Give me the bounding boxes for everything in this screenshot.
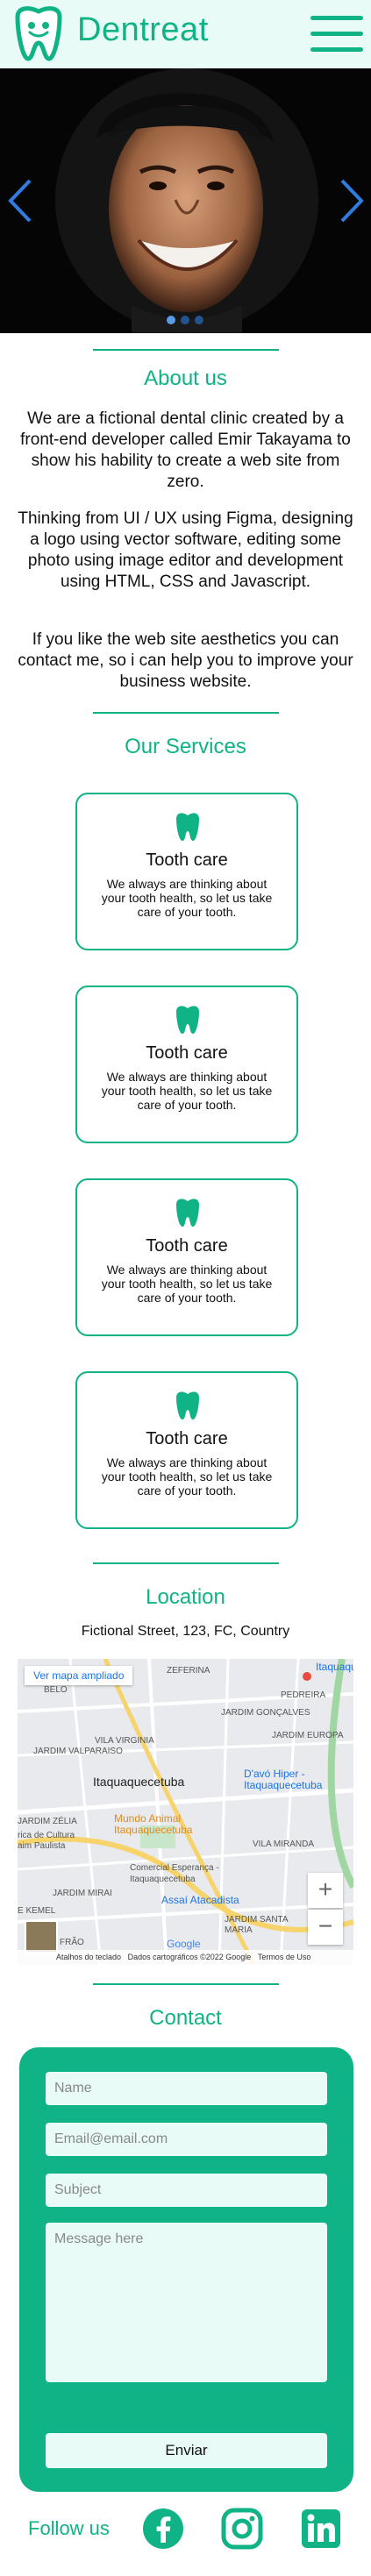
map-place[interactable]: Mundo Animal Itaquaquecetuba <box>114 1813 210 1836</box>
section-divider <box>93 1562 279 1564</box>
tooth-icon <box>176 813 199 841</box>
map-label: rica de Cultura aim Paulista <box>18 1831 75 1851</box>
smiling-man-photo <box>0 68 371 333</box>
tooth-icon <box>176 1199 199 1227</box>
instagram-icon[interactable] <box>221 2508 263 2550</box>
service-text: We always are thinking about your tooth … <box>101 1263 273 1305</box>
service-title: Tooth care <box>146 850 228 870</box>
service-card[interactable]: Tooth care We always are thinking about … <box>75 1178 298 1336</box>
map-zoom-out-button[interactable]: − <box>308 1910 343 1945</box>
location-title: Location <box>146 1585 225 1609</box>
terms-link[interactable]: Termos de Uso <box>258 1953 311 1961</box>
service-card[interactable]: Tooth care We always are thinking about … <box>75 986 298 1143</box>
email-field[interactable] <box>46 2123 327 2156</box>
section-divider <box>93 712 279 714</box>
map-label: PEDREIRA <box>281 1690 326 1700</box>
map-label: VILA MIRANDA <box>253 1839 315 1849</box>
keyboard-shortcuts-link[interactable]: Atalhos do teclado <box>56 1953 121 1961</box>
carousel-dot[interactable] <box>167 316 175 324</box>
map-footer: Atalhos do teclado Dados cartográficos ©… <box>18 1950 353 1965</box>
satellite-toggle-thumbnail[interactable] <box>25 1920 58 1953</box>
map-label: JARDIM GONÇALVES <box>221 1708 310 1718</box>
service-title: Tooth care <box>146 1236 228 1256</box>
carousel-indicators <box>167 316 203 324</box>
view-larger-map-link[interactable]: Ver mapa ampliado <box>25 1666 133 1685</box>
map-label: JARDIM SANTA MARIA <box>225 1915 289 1935</box>
map-label: Itaquaquecetuba <box>93 1775 185 1789</box>
brand-name[interactable]: Dentreat <box>77 11 209 49</box>
follow-us-label: Follow us <box>28 2517 110 2539</box>
map-place[interactable]: Comercial Esperança - Itaquaquecetuba <box>130 1862 244 1885</box>
tooth-icon <box>176 1391 199 1420</box>
chevron-right-icon[interactable] <box>337 177 367 224</box>
services-title: Our Services <box>125 735 246 758</box>
service-text: We always are thinking about your tooth … <box>101 1455 273 1498</box>
send-button[interactable]: Enviar <box>46 2433 327 2468</box>
map-label: VILA VIRGINIA <box>95 1736 154 1746</box>
address-text: Fictional Street, 123, FC, Country <box>81 1624 290 1639</box>
carousel-dot[interactable] <box>181 316 189 324</box>
contact-title: Contact <box>149 2006 222 2030</box>
about-paragraph: Thinking from UI / UX using Figma, desig… <box>18 509 353 591</box>
about-paragraph: If you like the web site aesthetics you … <box>18 630 353 691</box>
contact-form: Enviar <box>19 2047 353 2492</box>
chevron-left-icon[interactable] <box>5 177 35 224</box>
map-label: BELO <box>44 1685 68 1695</box>
embedded-map[interactable]: Ver mapa ampliado Itaquaquec ZEFERINA BE… <box>18 1659 353 1965</box>
service-card[interactable]: Tooth care We always are thinking about … <box>75 1371 298 1529</box>
name-field[interactable] <box>46 2072 327 2105</box>
message-field[interactable] <box>46 2223 327 2382</box>
map-place[interactable]: D'avó Hiper - Itaquaquecetuba <box>244 1768 340 1791</box>
section-divider <box>93 1983 279 1985</box>
about-paragraph: We are a fictional dental clinic created… <box>20 409 351 491</box>
service-text: We always are thinking about your tooth … <box>101 1070 273 1112</box>
hamburger-menu-icon[interactable] <box>310 14 363 54</box>
facebook-icon[interactable] <box>142 2508 184 2550</box>
map-label: JARDIM VALPARAISO <box>33 1747 123 1756</box>
smiling-tooth-logo-icon[interactable] <box>9 4 68 64</box>
map-label: JARDIM MIRAI <box>53 1889 112 1898</box>
carousel-dot[interactable] <box>195 316 203 324</box>
google-logo: Google <box>167 1938 201 1950</box>
service-title: Tooth care <box>146 1043 228 1063</box>
tooth-icon <box>176 1006 199 1034</box>
service-title: Tooth care <box>146 1429 228 1448</box>
map-label: JARDIM ZÉLIA <box>18 1817 77 1826</box>
service-card[interactable]: Tooth care We always are thinking about … <box>75 793 298 950</box>
site-header: Dentreat <box>0 0 371 68</box>
map-label: Itaquaquec <box>316 1661 353 1673</box>
subject-field[interactable] <box>46 2174 327 2207</box>
map-place[interactable]: Assaí Atacadista <box>161 1894 239 1906</box>
map-label: ZEFERINA <box>167 1666 210 1676</box>
map-label: FRÃO <box>60 1938 84 1947</box>
map-label: JARDIM EUROPA <box>272 1731 344 1740</box>
map-zoom-in-button[interactable]: + <box>308 1873 343 1908</box>
hero-carousel <box>0 68 371 333</box>
map-label: E KEMEL <box>18 1906 56 1916</box>
linkedin-icon[interactable] <box>300 2508 342 2550</box>
map-data-attribution: Dados cartográficos ©2022 Google <box>127 1953 252 1961</box>
about-title: About us <box>144 366 227 390</box>
section-divider <box>93 349 279 351</box>
service-text: We always are thinking about your tooth … <box>101 877 273 919</box>
